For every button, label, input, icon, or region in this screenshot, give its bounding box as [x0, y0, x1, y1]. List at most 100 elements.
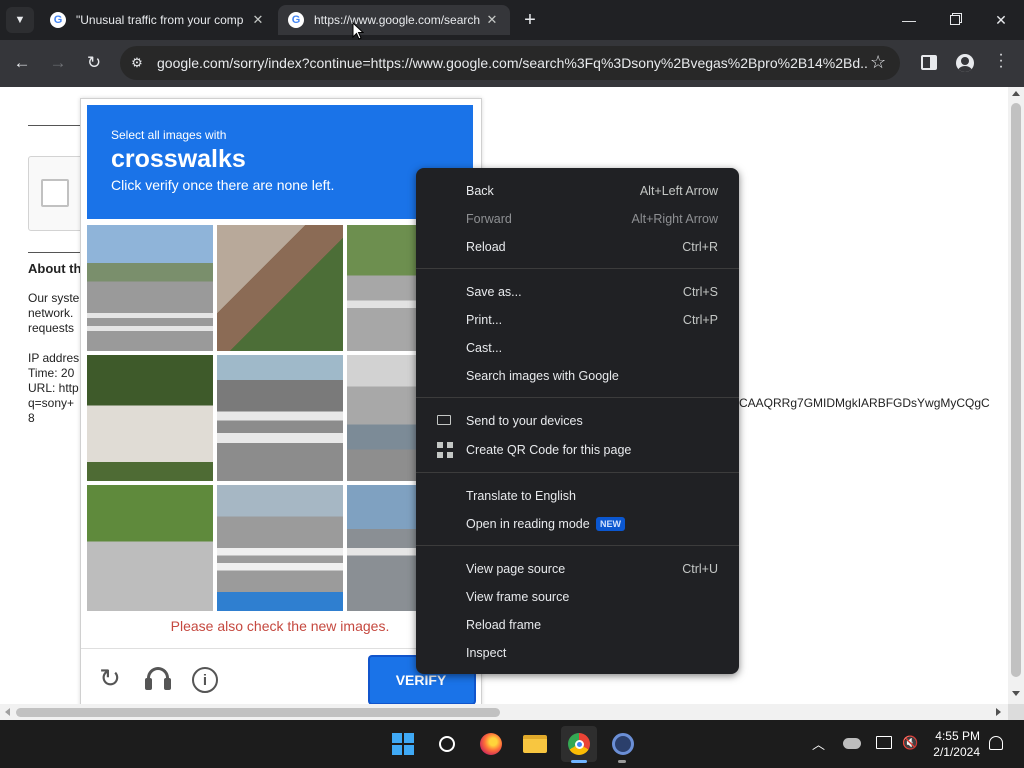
menu-kebab-icon[interactable]: · · ·	[996, 47, 1006, 75]
menu-item-create-qr[interactable]: Create QR Code for this page	[416, 436, 739, 464]
menu-item-label: Search images with Google	[466, 369, 619, 383]
captcha-tile[interactable]	[87, 225, 213, 351]
menu-item-label: Back	[466, 184, 494, 198]
tab-search-button[interactable]: ▼	[6, 7, 34, 33]
menu-item-label: Reload	[466, 240, 506, 254]
notification-bell-icon[interactable]	[989, 736, 1003, 750]
menu-item-save-as[interactable]: Save as... Ctrl+S	[416, 278, 739, 306]
menu-item-forward: Forward Alt+Right Arrow	[416, 205, 739, 233]
onedrive-icon[interactable]	[843, 738, 861, 749]
menu-item-label: Open in reading mode	[466, 517, 590, 531]
reload-challenge-icon[interactable]: ↻	[96, 663, 124, 693]
bookmark-star-icon[interactable]: ☆	[870, 52, 886, 73]
forward-button[interactable]: →	[44, 49, 72, 77]
app-taskbar-button[interactable]	[605, 726, 641, 762]
app-icon	[612, 733, 634, 755]
reload-button[interactable]: ↻	[80, 49, 108, 77]
menu-item-shortcut: Ctrl+U	[682, 562, 718, 576]
menu-item-view-page-source[interactable]: View page source Ctrl+U	[416, 555, 739, 583]
scrollbar-thumb[interactable]	[1011, 103, 1021, 677]
info-icon[interactable]: i	[192, 667, 218, 693]
ip-line: 8	[28, 411, 35, 425]
captcha-tile[interactable]	[217, 485, 343, 611]
menu-item-back[interactable]: Back Alt+Left Arrow	[416, 177, 739, 205]
menu-item-cast[interactable]: Cast...	[416, 334, 739, 362]
google-favicon-icon: G	[50, 12, 66, 28]
close-icon: ✕	[995, 11, 1007, 28]
captcha-subinstruction: Click verify once there are none left.	[111, 177, 335, 193]
menu-item-shortcut: Ctrl+P	[682, 313, 718, 327]
menu-item-translate[interactable]: Translate to English	[416, 482, 739, 510]
close-tab-icon[interactable]: ✕	[484, 12, 500, 28]
site-info-icon[interactable]: ⚙	[128, 54, 146, 72]
menu-item-send-to-devices[interactable]: Send to your devices	[416, 407, 739, 435]
menu-item-reload-frame[interactable]: Reload frame	[416, 611, 739, 639]
captcha-tile[interactable]	[347, 485, 416, 611]
captcha-tile[interactable]	[87, 485, 213, 611]
captcha-target: crosswalks	[111, 145, 246, 173]
taskbar	[0, 720, 1024, 768]
qr-code-icon	[437, 442, 453, 458]
captcha-tile[interactable]	[347, 355, 416, 481]
ip-line: q=sony+	[28, 396, 75, 410]
profile-avatar-icon[interactable]	[956, 54, 974, 72]
horizontal-scrollbar[interactable]	[0, 704, 1008, 720]
menu-item-shortcut: Alt+Right Arrow	[631, 212, 719, 226]
taskbar-search-button[interactable]	[429, 726, 465, 762]
scroll-right-arrow-icon[interactable]	[996, 708, 1001, 716]
tab-google-search[interactable]: G https://www.google.com/search ✕	[278, 5, 510, 35]
recaptcha-checkbox[interactable]	[41, 179, 69, 207]
tab-title: "Unusual traffic from your comp	[76, 13, 244, 27]
restore-button[interactable]	[932, 0, 978, 40]
clock-date[interactable]: 2/1/2024	[924, 745, 980, 759]
menu-item-inspect[interactable]: Inspect	[416, 639, 739, 667]
start-button[interactable]	[385, 726, 421, 762]
arrow-left-icon: ←	[13, 53, 31, 72]
back-button[interactable]: ←	[8, 49, 36, 77]
captcha-tile[interactable]	[217, 355, 343, 481]
menu-item-view-frame-source[interactable]: View frame source	[416, 583, 739, 611]
menu-item-shortcut: Alt+Left Arrow	[639, 184, 718, 198]
captcha-tile[interactable]	[347, 225, 416, 351]
menu-item-reading-mode[interactable]: Open in reading mode NEW	[416, 510, 739, 538]
new-tab-button[interactable]: +	[518, 8, 542, 32]
url-token-text: CAAQRRg7GMIDMgkIARBFGDsYwgMyCQgC	[739, 396, 990, 410]
arrow-right-icon: →	[49, 53, 67, 72]
menu-item-label: Print...	[466, 313, 503, 327]
scroll-up-arrow-icon[interactable]	[1012, 91, 1020, 96]
scroll-down-arrow-icon[interactable]	[1012, 691, 1020, 696]
close-tab-icon[interactable]: ✕	[250, 12, 266, 28]
chrome-taskbar-button[interactable]	[561, 726, 597, 762]
new-badge: NEW	[596, 517, 625, 531]
file-explorer-taskbar-button[interactable]	[517, 726, 553, 762]
captcha-tile[interactable]	[217, 225, 343, 351]
show-hidden-icons-button[interactable]: ︿	[812, 734, 825, 753]
chrome-icon	[568, 733, 590, 755]
close-window-button[interactable]: ✕	[978, 0, 1024, 40]
menu-item-search-images[interactable]: Search images with Google	[416, 362, 739, 390]
url-text[interactable]: google.com/sorry/index?continue=https://…	[157, 55, 867, 71]
google-favicon-icon: G	[288, 12, 304, 28]
clock-time[interactable]: 4:55 PM	[934, 729, 980, 743]
scrollbar-thumb[interactable]	[16, 708, 500, 717]
vertical-scrollbar[interactable]	[1008, 87, 1024, 704]
minimize-button[interactable]: —	[886, 0, 932, 40]
firefox-taskbar-button[interactable]	[473, 726, 509, 762]
verify-label: VERIFY	[395, 672, 447, 688]
captcha-tile[interactable]	[87, 355, 213, 481]
side-panel-icon[interactable]	[921, 55, 937, 70]
menu-separator	[416, 472, 739, 473]
network-icon[interactable]	[876, 736, 892, 749]
body-line: requests	[28, 321, 75, 335]
volume-muted-icon[interactable]: 🔇	[902, 735, 918, 751]
menu-item-print[interactable]: Print... Ctrl+P	[416, 306, 739, 334]
audio-challenge-icon[interactable]	[144, 664, 172, 692]
tab-unusual-traffic[interactable]: G "Unusual traffic from your comp ✕	[40, 5, 276, 35]
menu-item-label: Inspect	[466, 646, 507, 660]
scroll-left-arrow-icon[interactable]	[5, 708, 10, 716]
divider	[28, 252, 80, 253]
mouse-cursor-icon	[352, 22, 364, 40]
menu-separator	[416, 268, 739, 269]
menu-item-reload[interactable]: Reload Ctrl+R	[416, 233, 739, 261]
menu-item-shortcut: Ctrl+S	[682, 285, 718, 299]
